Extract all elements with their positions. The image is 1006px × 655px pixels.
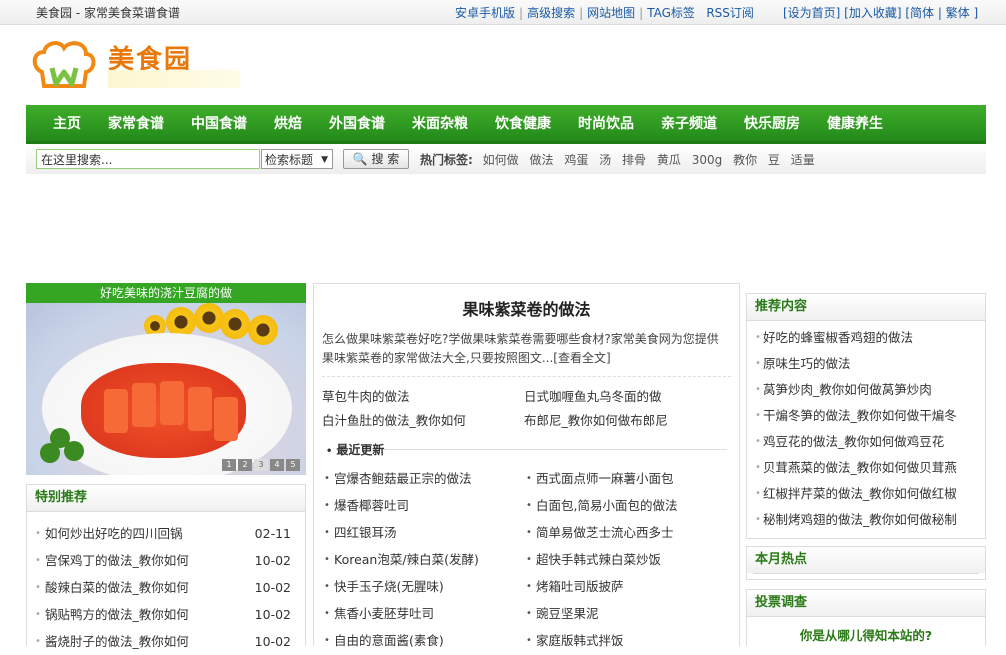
hot-tag[interactable]: 如何做	[483, 153, 519, 167]
logo-strip	[108, 70, 240, 88]
list-item[interactable]: 宫爆杏鲍菇最正宗的做法	[322, 465, 524, 492]
nav-item-home-recipes[interactable]: 家常食谱	[108, 113, 164, 133]
chef-hat-icon	[32, 41, 96, 88]
headline-summary: 怎么做果味紫菜卷好吃?学做果味紫菜卷需要哪些食材?家常美食网为您提供果味紫菜卷的…	[322, 332, 719, 365]
headline-title[interactable]: 果味紫菜卷的做法	[314, 296, 739, 320]
list-item[interactable]: 烤箱吐司版披萨	[524, 573, 726, 600]
slideshow-image[interactable]: 1 2 3 4 5	[26, 303, 306, 475]
nav-item-chinese[interactable]: 中国食谱	[191, 113, 247, 133]
list-item[interactable]: 秘制烤鸡翅的做法_教你如何做秘制	[755, 507, 977, 533]
main-nav: 主页 家常食谱 中国食谱 烘焙 外国食谱 米面杂粮 饮食健康 时尚饮品 亲子频道…	[26, 105, 986, 144]
list-item[interactable]: 焦香小麦胚芽吐司	[322, 600, 524, 627]
rss-link[interactable]: RSS订阅	[706, 6, 754, 20]
poll-title: 投票调查	[747, 590, 985, 617]
hot-tag[interactable]: 教你	[733, 153, 757, 167]
article-link[interactable]: 日式咖喱鱼丸乌冬面的做	[524, 385, 726, 409]
article-link[interactable]: 白汁鱼肚的做法_教你如何	[322, 409, 524, 433]
nav-item-home[interactable]: 主页	[53, 113, 81, 133]
search-type-value: 检索标题	[265, 153, 314, 167]
list-item[interactable]: 简单易做芝士流心西多士	[524, 519, 726, 546]
center-content: 果味紫菜卷的做法 怎么做果味紫菜卷好吃?学做果味紫菜卷需要哪些食材?家常美食网为…	[313, 283, 740, 654]
search-bar: 检索标题 ▼ 🔍 搜 索 热门标签: 如何做 做法 鸡蛋 汤 排骨 黄瓜 300…	[26, 144, 986, 174]
top-bar: 美食园 - 家常美食菜谱食谱 安卓手机版 | 高级搜索 | 网站地图 | TAG标签 RSS…	[0, 0, 1006, 25]
hot-tag[interactable]: 做法	[529, 153, 553, 167]
recommend-panel: 推荐内容 好吃的蜂蜜椒香鸡翅的做法 原味生巧的做法 莴笋炒肉_教你如何做莴笋炒肉…	[746, 293, 986, 539]
list-item[interactable]: 莴笋炒肉_教你如何做莴笋炒肉	[755, 377, 977, 403]
list-item[interactable]: 宫保鸡丁的做法_教你如何10-02	[35, 547, 293, 574]
list-item[interactable]: 如何炒出好吃的四川回锅02-11	[35, 520, 293, 547]
poll-panel: 投票调查 你是从哪儿得知本站的?	[746, 589, 986, 646]
android-link[interactable]: 安卓手机版	[455, 6, 515, 20]
nav-item-foreign[interactable]: 外国食谱	[329, 113, 385, 133]
site-tagline: 美食园 - 家常美食菜谱食谱	[36, 6, 180, 20]
monthly-hot-title: 本月热点	[747, 547, 985, 573]
special-recommend-title: 特别推荐	[27, 485, 305, 512]
slide-page-button[interactable]: 1	[222, 459, 236, 471]
list-item[interactable]: 酸辣白菜的做法_教你如何10-02	[35, 574, 293, 601]
list-item[interactable]: 家庭版韩式拌饭	[524, 627, 726, 654]
featured-pairs: 草包牛肉的做法 日式咖喱鱼丸乌冬面的做 白汁鱼肚的做法_教你如何 布郎尼_教你如何做…	[322, 385, 739, 433]
list-item[interactable]: 好吃的蜂蜜椒香鸡翅的做法	[755, 325, 977, 351]
article-link[interactable]: 草包牛肉的做法	[322, 385, 524, 409]
hot-tag[interactable]: 豆	[768, 153, 780, 167]
list-item[interactable]: 快手玉子烧(无腥味)	[322, 573, 524, 600]
homepage-favorite-links[interactable]: [设为首页] [加入收藏] [简体 | 繁体 ]	[783, 4, 978, 21]
list-item[interactable]: 贝茸燕菜的做法_教你如何做贝茸燕	[755, 455, 977, 481]
nav-item-baking[interactable]: 烘焙	[274, 113, 302, 133]
list-item[interactable]: 西式面点师一麻薯小面包	[524, 465, 726, 492]
tag-link[interactable]: TAG标签	[647, 6, 695, 20]
top-links: 安卓手机版 | 高级搜索 | 网站地图 | TAG标签 RSS订阅	[455, 6, 754, 20]
site-logo[interactable]: 美食园	[28, 36, 243, 94]
nav-item-grains[interactable]: 米面杂粮	[412, 113, 468, 133]
slideshow-pager: 1 2 3 4 5	[222, 459, 300, 471]
slide-page-button[interactable]: 2	[238, 459, 252, 471]
special-recommend-panel: 特别推荐 如何炒出好吃的四川回锅02-11 宫保鸡丁的做法_教你如何10-02 …	[26, 484, 306, 655]
list-item[interactable]: 自由的意面酱(素食)	[322, 627, 524, 654]
nav-item-wellness[interactable]: 健康养生	[827, 113, 883, 133]
slideshow-caption[interactable]: 好吃美味的浇汁豆腐的做	[26, 283, 306, 303]
hot-tag[interactable]: 鸡蛋	[564, 153, 588, 167]
sitemap-link[interactable]: 网站地图	[587, 6, 635, 20]
nav-item-family[interactable]: 亲子频道	[661, 113, 717, 133]
read-more-link[interactable]: [查看全文]	[553, 351, 610, 365]
list-item[interactable]: 原味生巧的做法	[755, 351, 977, 377]
hot-tags: 热门标签: 如何做 做法 鸡蛋 汤 排骨 黄瓜 300g 教你 豆 适量	[420, 151, 822, 168]
list-item[interactable]: 豌豆坚果泥	[524, 600, 726, 627]
list-item[interactable]: 白面包,简易小面包的做法	[524, 492, 726, 519]
list-item[interactable]: 干煸冬笋的做法_教你如何做干煸冬	[755, 403, 977, 429]
list-item[interactable]: 红椒拌芹菜的做法_教你如何做红椒	[755, 481, 977, 507]
hot-tags-label: 热门标签:	[420, 153, 473, 167]
hot-tag[interactable]: 黄瓜	[657, 153, 681, 167]
article-link[interactable]: 布郎尼_教你如何做布郎尼	[524, 409, 726, 433]
slide-page-button[interactable]: 5	[286, 459, 300, 471]
list-item[interactable]: 酱烧肘子的做法_教你如何10-02	[35, 628, 293, 655]
nav-item-drinks[interactable]: 时尚饮品	[578, 113, 634, 133]
list-item[interactable]: 鸡豆花的做法_教你如何做鸡豆花	[755, 429, 977, 455]
nav-item-health-diet[interactable]: 饮食健康	[495, 113, 551, 133]
recent-updates-list: 宫爆杏鲍菇最正宗的做法 西式面点师一麻薯小面包 爆香椰蓉吐司 白面包,简易小面包…	[322, 465, 739, 654]
slide-page-button[interactable]: 3	[254, 459, 268, 471]
search-input[interactable]	[36, 149, 260, 169]
slide-page-button[interactable]: 4	[270, 459, 284, 471]
chevron-down-icon: ▼	[321, 155, 328, 165]
recommend-title: 推荐内容	[747, 294, 985, 321]
poll-question: 你是从哪儿得知本站的?	[799, 628, 933, 643]
list-item[interactable]: Korean泡菜/辣白菜(发酵)	[322, 546, 524, 573]
list-item[interactable]: 锅贴鸭方的做法_教你如何10-02	[35, 601, 293, 628]
search-type-select[interactable]: 检索标题 ▼	[261, 149, 333, 169]
recent-updates-title: • 最近更新	[326, 441, 727, 457]
featured-slideshow[interactable]: 好吃美味的浇汁豆腐的做 1 2 3 4 5	[26, 283, 306, 475]
search-button[interactable]: 🔍 搜 索	[343, 149, 409, 169]
list-item[interactable]: 超快手韩式辣白菜炒饭	[524, 546, 726, 573]
list-item[interactable]: 爆香椰蓉吐司	[322, 492, 524, 519]
advanced-search-link[interactable]: 高级搜索	[527, 6, 575, 20]
hot-tag[interactable]: 排骨	[622, 153, 646, 167]
hot-tag[interactable]: 汤	[599, 153, 611, 167]
nav-item-kitchen[interactable]: 快乐厨房	[744, 113, 800, 133]
list-item[interactable]: 四红银耳汤	[322, 519, 524, 546]
hot-tag[interactable]: 适量	[791, 153, 815, 167]
monthly-hot-panel: 本月热点	[746, 546, 986, 580]
hot-tag[interactable]: 300g	[692, 153, 723, 167]
